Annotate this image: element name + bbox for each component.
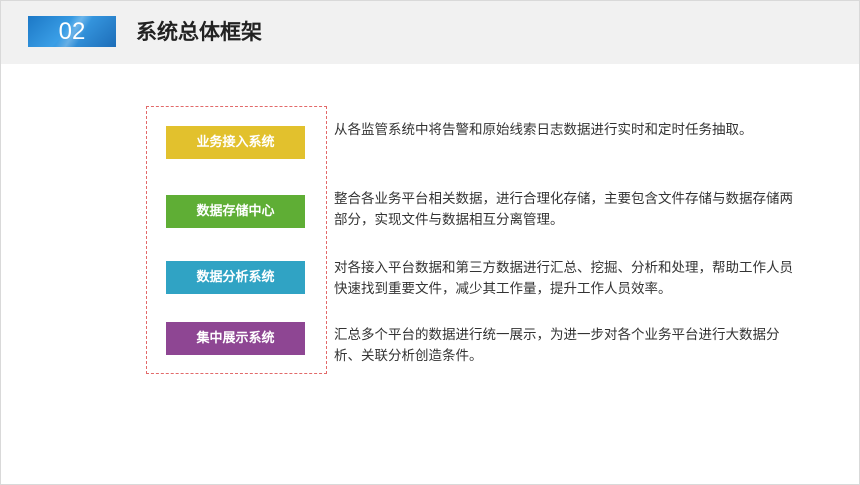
slide-frame [0,0,860,485]
desc-data-storage: 整合各业务平台相关数据，进行合理化存储，主要包含文件存储与数据存储两部分，实现文… [334,191,793,228]
desc-business-access: 从各监管系统中将告警和原始线索日志数据进行实时和定时任务抽取。 [334,122,753,138]
header-bar: 02 系统总体框架 [1,1,859,64]
section-number-badge: 02 [28,16,116,47]
module-data-storage: 数据存储中心 [166,195,305,228]
section-number: 02 [58,18,86,45]
module-data-analysis: 数据分析系统 [166,261,305,294]
page-title: 系统总体框架 [136,20,262,44]
module-central-display: 集中展示系统 [166,322,305,355]
desc-central-display: 汇总多个平台的数据进行统一展示，为进一步对各个业务平台进行大数据分析、关联分析创… [334,327,780,364]
desc-data-analysis: 对各接入平台数据和第三方数据进行汇总、挖掘、分析和处理，帮助工作人员快速找到重要… [334,260,793,297]
module-business-access: 业务接入系统 [166,126,305,159]
